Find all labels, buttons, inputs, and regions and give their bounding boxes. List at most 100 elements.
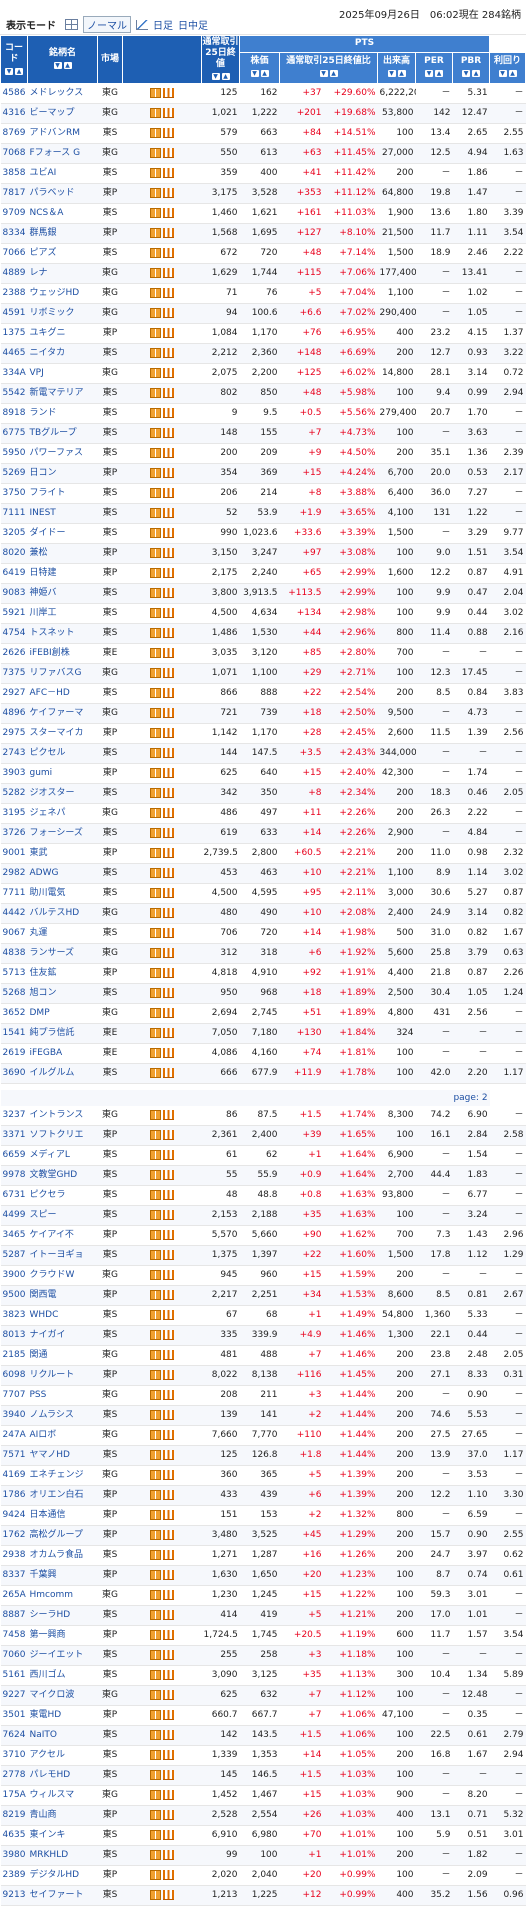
- stock-name[interactable]: 日特建: [27, 563, 98, 584]
- stock-code[interactable]: 7068: [0, 143, 28, 164]
- stock-code[interactable]: 9227: [0, 1685, 28, 1706]
- stock-code[interactable]: 5542: [0, 383, 28, 404]
- board-icon[interactable]: [150, 147, 161, 158]
- chart-icon[interactable]: [163, 1829, 174, 1840]
- board-icon[interactable]: [150, 747, 161, 758]
- icons-cell[interactable]: [122, 163, 202, 184]
- chart-icon[interactable]: [163, 567, 174, 578]
- stock-code[interactable]: 5713: [0, 963, 28, 984]
- board-icon[interactable]: [150, 267, 161, 278]
- stock-code[interactable]: 4838: [0, 943, 28, 964]
- stock-code[interactable]: 5269: [0, 463, 28, 484]
- stock-code[interactable]: 2975: [0, 723, 28, 744]
- stock-name[interactable]: 神姫バ: [27, 583, 98, 604]
- icons-cell[interactable]: [122, 883, 202, 904]
- chart-icon[interactable]: [163, 1309, 174, 1320]
- chart-icon[interactable]: [163, 867, 174, 878]
- stock-code[interactable]: 7066: [0, 243, 28, 264]
- stock-name[interactable]: ウェッジHD: [27, 283, 98, 304]
- chart-icon[interactable]: [163, 227, 174, 238]
- stock-code[interactable]: 6731: [0, 1185, 28, 1206]
- stock-name[interactable]: ケイファーマ: [27, 703, 98, 724]
- stock-name[interactable]: フライト: [27, 483, 98, 504]
- stock-name[interactable]: INEST: [27, 503, 98, 524]
- icons-cell[interactable]: [122, 443, 202, 464]
- stock-name[interactable]: ニイタカ: [27, 343, 98, 364]
- stock-code[interactable]: 4499: [0, 1205, 28, 1226]
- board-icon[interactable]: [150, 287, 161, 298]
- icons-cell[interactable]: [122, 463, 202, 484]
- stock-code[interactable]: 3900: [0, 1265, 28, 1286]
- icons-cell[interactable]: [122, 123, 202, 144]
- icons-cell[interactable]: [122, 803, 202, 824]
- chart-icon[interactable]: [163, 587, 174, 598]
- board-icon[interactable]: [150, 787, 161, 798]
- stock-name[interactable]: Fフォース G: [27, 143, 98, 164]
- col-price[interactable]: 株価 ▼ ▲: [239, 51, 280, 85]
- icons-cell[interactable]: [122, 1345, 202, 1366]
- chart-icon[interactable]: [163, 1169, 174, 1180]
- icons-cell[interactable]: [122, 1043, 202, 1064]
- icons-cell[interactable]: [122, 1285, 202, 1306]
- icons-cell[interactable]: [122, 623, 202, 644]
- stock-code[interactable]: 334A: [0, 363, 28, 384]
- chart-icon[interactable]: [163, 447, 174, 458]
- icons-cell[interactable]: [122, 1425, 202, 1446]
- stock-name[interactable]: 千葉興: [27, 1565, 98, 1586]
- page-2-link[interactable]: page: 2: [453, 1093, 487, 1103]
- board-icon[interactable]: [150, 827, 161, 838]
- board-icon[interactable]: [150, 967, 161, 978]
- stock-name[interactable]: リクルート: [27, 1365, 98, 1386]
- stock-code[interactable]: 8337: [0, 1565, 28, 1586]
- board-icon[interactable]: [150, 947, 161, 958]
- icons-cell[interactable]: [122, 1565, 202, 1586]
- stock-name[interactable]: メディアL: [27, 1145, 98, 1166]
- stock-code[interactable]: 2938: [0, 1545, 28, 1566]
- stock-name[interactable]: VPJ: [27, 363, 98, 384]
- chart-icon[interactable]: [163, 1369, 174, 1380]
- board-icon[interactable]: [150, 1067, 161, 1078]
- chart-icon[interactable]: [163, 1609, 174, 1620]
- stock-code[interactable]: 6659: [0, 1145, 28, 1166]
- board-icon[interactable]: [150, 1569, 161, 1580]
- chart-icon[interactable]: [163, 1569, 174, 1580]
- chart-icon[interactable]: [163, 1409, 174, 1420]
- board-icon[interactable]: [150, 1829, 161, 1840]
- board-icon[interactable]: [150, 1889, 161, 1900]
- icons-cell[interactable]: [122, 1385, 202, 1406]
- stock-name[interactable]: 青山商: [27, 1805, 98, 1826]
- chart-icon[interactable]: [163, 1709, 174, 1720]
- icons-cell[interactable]: [122, 823, 202, 844]
- board-icon[interactable]: [150, 1489, 161, 1500]
- board-icon[interactable]: [150, 1789, 161, 1800]
- stock-name[interactable]: ランド: [27, 403, 98, 424]
- stock-code[interactable]: 4896: [0, 703, 28, 724]
- chart-icon[interactable]: [163, 947, 174, 958]
- chart-icon[interactable]: [163, 647, 174, 658]
- stock-name[interactable]: フォーシーズ: [27, 823, 98, 844]
- stock-code[interactable]: 4465: [0, 343, 28, 364]
- stock-code[interactable]: 9424: [0, 1505, 28, 1526]
- stock-code[interactable]: 5950: [0, 443, 28, 464]
- stock-name[interactable]: MRKHLD: [27, 1845, 98, 1866]
- chart-icon[interactable]: [163, 1669, 174, 1680]
- col-yield[interactable]: 利回り ▼ ▲: [489, 51, 526, 85]
- board-icon[interactable]: [150, 687, 161, 698]
- icons-cell[interactable]: [122, 1405, 202, 1426]
- board-icon[interactable]: [150, 907, 161, 918]
- board-icon[interactable]: [150, 647, 161, 658]
- board-icon[interactable]: [150, 527, 161, 538]
- chart-icon[interactable]: [163, 287, 174, 298]
- chart-icon[interactable]: [163, 927, 174, 938]
- board-icon[interactable]: [150, 87, 161, 98]
- icons-cell[interactable]: [122, 143, 202, 164]
- chart-icon[interactable]: [163, 367, 174, 378]
- board-icon[interactable]: [150, 1469, 161, 1480]
- icons-cell[interactable]: [122, 423, 202, 444]
- board-icon[interactable]: [150, 547, 161, 558]
- chart-icon[interactable]: [163, 1489, 174, 1500]
- chart-icon[interactable]: [163, 907, 174, 918]
- stock-name[interactable]: ピクセラ: [27, 1185, 98, 1206]
- stock-code[interactable]: 4754: [0, 623, 28, 644]
- stock-name[interactable]: iFEBI創株: [27, 643, 98, 664]
